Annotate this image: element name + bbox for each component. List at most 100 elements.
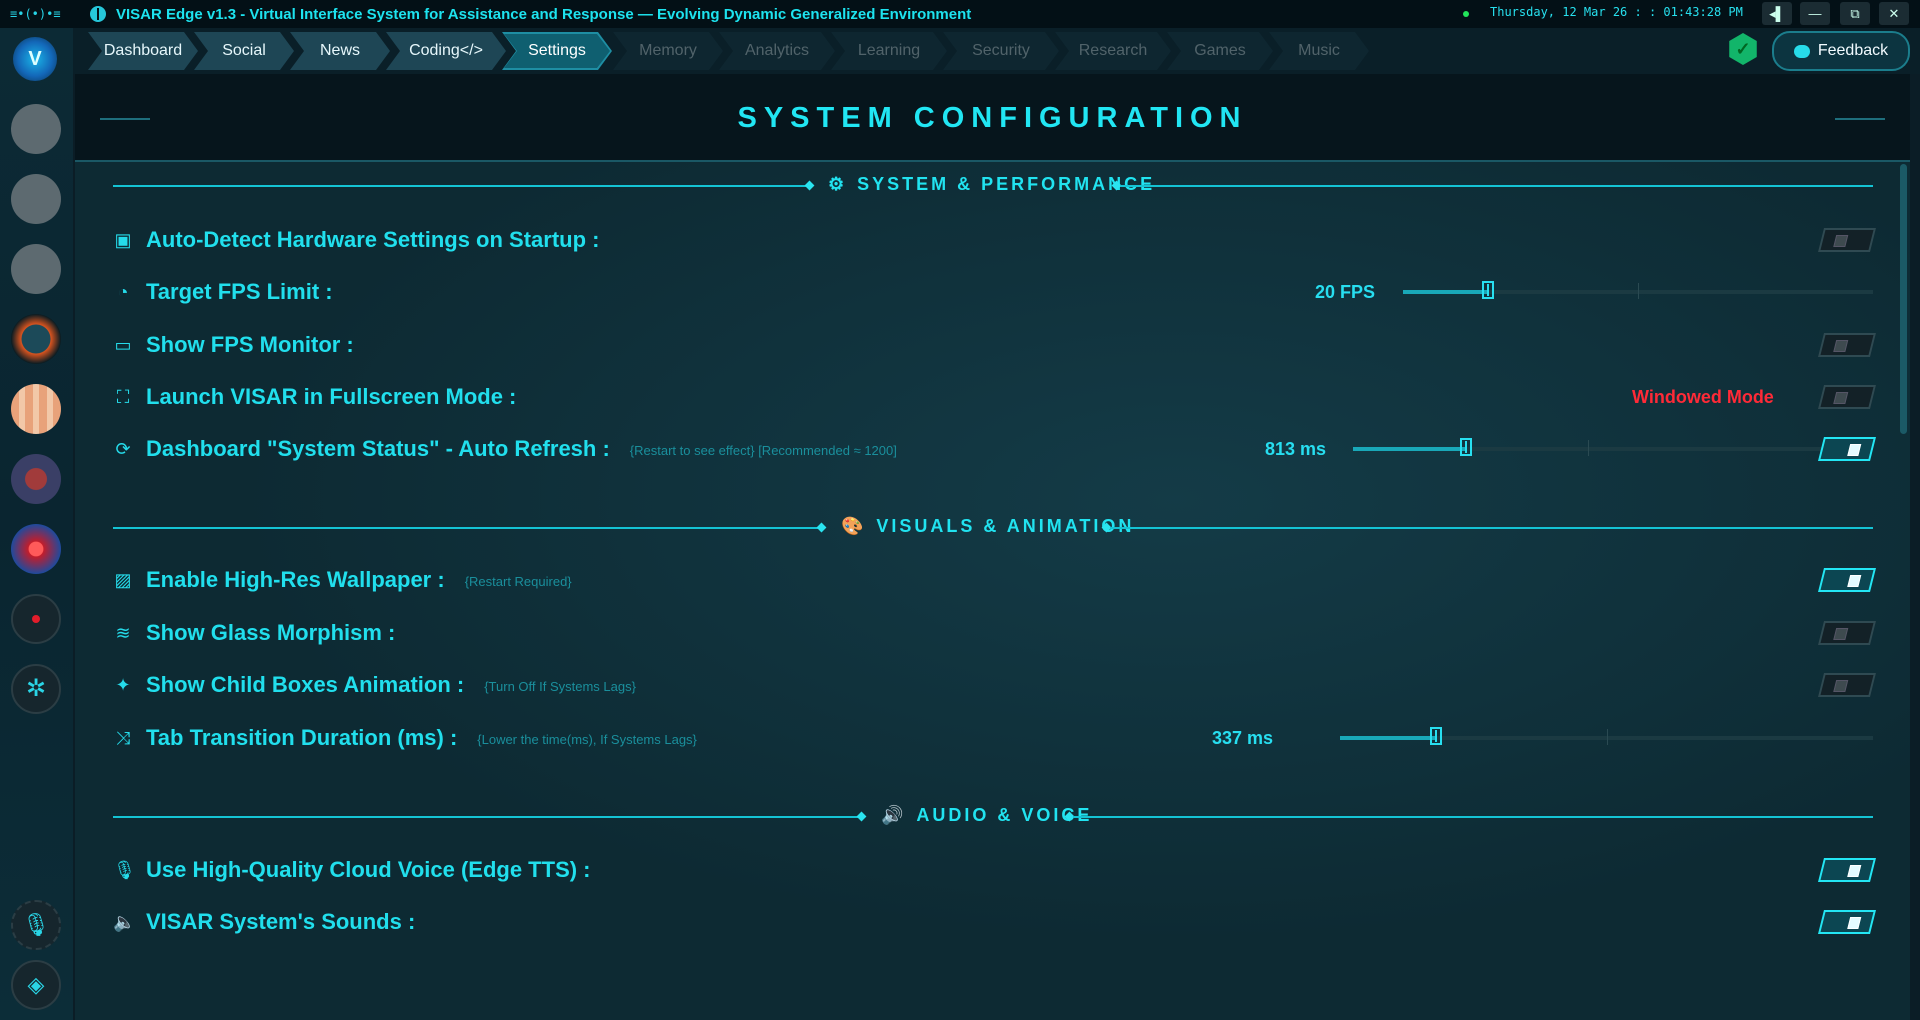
setting-label: VISAR System's Sounds : [146,909,416,934]
assistant-core-icon[interactable]: ◈ [11,960,61,1010]
toggle-knob [1833,392,1849,404]
close-button[interactable]: ✕ [1879,2,1909,25]
tab-label: Social [222,42,266,59]
slider-thumb[interactable] [1430,727,1442,745]
section-title: 🔊 AUDIO & VOICE [881,805,1092,826]
glass-morphism-toggle[interactable] [1818,621,1876,645]
section-divider [113,185,806,187]
shuffle-icon: ⤨ [115,728,131,748]
chip-icon: ▣ [114,230,132,250]
tab-settings[interactable]: Settings [502,32,612,70]
setting-label-text: Show Child Boxes Animation : [146,672,465,697]
tab-music[interactable]: Music [1269,32,1369,70]
tab-label: Dashboard [103,42,183,59]
palette-icon: 🎨 [841,516,867,536]
scrollbar-thumb[interactable] [1900,164,1907,434]
tab-bar: Dashboard Social News Coding</> Settings… [73,28,1920,74]
section-title: 🎨 VISUALS & ANIMATION [841,516,1134,537]
setting-label-text: Dashboard "System Status" - Auto Refresh… [146,436,610,461]
setting-label: Auto-Detect Hardware Settings on Startup… [146,227,600,252]
tab-label: Memory [639,42,697,59]
feedback-button[interactable]: Feedback [1772,31,1910,71]
microphone-icon: 🎙 [113,860,136,880]
clock: Thursday, 12 Mar 26 : : 01:43:28 PM [1490,5,1743,19]
section-title-text: VISUALS & ANIMATION [876,516,1135,536]
auto-refresh-toggle[interactable] [1818,437,1876,461]
toggle-knob [1833,680,1849,692]
transition-slider[interactable] [1340,727,1873,745]
slider-fill [1403,290,1488,294]
toggle-knob [1833,628,1849,640]
tab-social[interactable]: Social [194,32,294,70]
rail-app-icon-calculator[interactable] [11,384,61,434]
feedback-label: Feedback [1817,42,1889,59]
section-title-text: SYSTEM & PERFORMANCE [857,174,1156,194]
section-divider [113,527,818,529]
setting-row-auto-detect: ▣ Auto-Detect Hardware Settings on Start… [113,222,1876,258]
setting-label: Show Child Boxes Animation : {Turn Off If… [146,672,636,698]
microphone-icon[interactable]: 🎙 [11,900,61,950]
tab-dashboard[interactable]: Dashboard [88,32,198,70]
rail-app-icon-3[interactable] [11,454,61,504]
tab-games[interactable]: Games [1167,32,1273,70]
setting-row-system-sounds: 🔈 VISAR System's Sounds : [113,904,1876,940]
title-bar: ≡•(•)•≡ VISAR Edge v1.3 - Virtual Interf… [0,0,1920,28]
setting-label: Dashboard "System Status" - Auto Refresh… [146,436,897,462]
toggle-knob [1847,865,1862,877]
setting-label-text: Enable High-Res Wallpaper : [146,567,445,592]
rail-shortcut-3[interactable] [11,244,61,294]
setting-label: Use High-Quality Cloud Voice (Edge TTS) … [146,857,591,882]
tab-coding[interactable]: Coding</> [386,32,506,70]
fullscreen-toggle[interactable] [1818,385,1876,409]
settings-panel: SYSTEM CONFIGURATION ⚙ SYSTEM & PERFORMA… [75,74,1910,1020]
rail-accessibility-icon[interactable]: ✲ [11,664,61,714]
slider-tick [1588,440,1589,456]
tab-learning[interactable]: Learning [831,32,947,70]
lag-note: {Turn Off If Systems Lags} [484,678,636,694]
setting-row-cloud-voice: 🎙 Use High-Quality Cloud Voice (Edge TTS… [113,852,1876,888]
child-boxes-toggle[interactable] [1818,673,1876,697]
tab-label: News [319,42,360,59]
tab-label: Games [1194,42,1246,59]
gauge-icon: ◔ [117,282,129,302]
setting-row-child-boxes: ✦ Show Child Boxes Animation : {Turn Off … [113,667,1876,703]
setting-label: Launch VISAR in Fullscreen Mode : [146,384,517,409]
slider-fill [1353,447,1466,451]
cloud-voice-toggle[interactable] [1818,858,1876,882]
tab-label: Analytics [744,42,810,59]
refresh-slider[interactable] [1353,438,1823,456]
tab-analytics[interactable]: Analytics [719,32,835,70]
rail-app-icon-spider[interactable] [11,524,61,574]
toggle-knob [1833,235,1849,247]
slider-thumb[interactable] [1482,281,1494,299]
visar-logo-icon[interactable]: V [13,37,57,81]
tab-research[interactable]: Research [1055,32,1171,70]
wallpaper-toggle[interactable] [1818,568,1876,592]
rail-app-icon-1[interactable] [11,314,61,364]
fps-monitor-toggle[interactable] [1818,333,1876,357]
setting-label: Show FPS Monitor : [146,332,354,357]
header-divider-right [1835,118,1885,120]
restore-button[interactable]: ⧉ [1840,2,1870,25]
layers-icon: ≋ [115,623,131,643]
slider-thumb[interactable] [1460,438,1472,456]
sidebar-toggle-button[interactable]: ◂▌ [1762,2,1792,25]
rail-shortcut-1[interactable] [11,104,61,154]
tab-security[interactable]: Security [943,32,1059,70]
tab-memory[interactable]: Memory [613,32,723,70]
fps-slider[interactable] [1403,281,1873,299]
rail-record-icon[interactable] [11,594,61,644]
section-divider [1073,816,1873,818]
rail-shortcut-2[interactable] [11,174,61,224]
left-rail: V ✲ 🎙 ◈ [0,28,73,1020]
minimize-button[interactable]: — [1800,2,1830,25]
magic-wand-icon: ✦ [115,675,131,695]
auto-detect-toggle[interactable] [1818,228,1876,252]
tab-label: Coding</> [409,42,483,59]
tab-news[interactable]: News [290,32,390,70]
toggle-knob [1833,340,1849,352]
app-logo: ≡•(•)•≡ [10,7,61,21]
slider-tick [1638,283,1639,299]
section-title: ⚙ SYSTEM & PERFORMANCE [828,174,1155,195]
system-sounds-toggle[interactable] [1818,910,1876,934]
